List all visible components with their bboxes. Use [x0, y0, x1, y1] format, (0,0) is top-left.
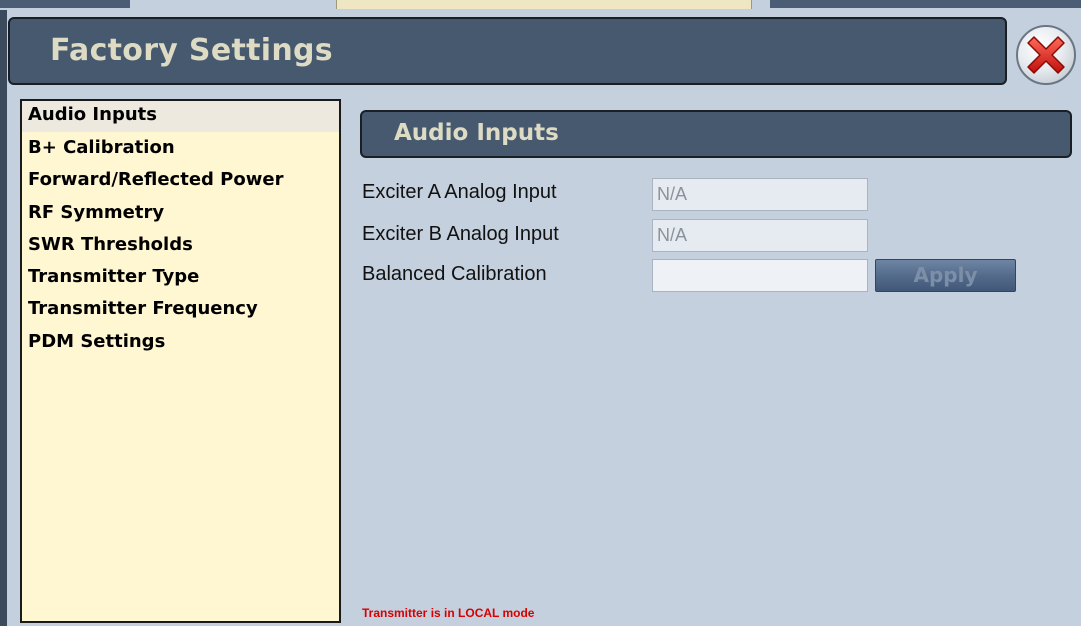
exciter-a-analog-input-label: Exciter A Analog Input [362, 181, 557, 203]
title-bar: Factory Settings [8, 17, 1007, 85]
section-header: Audio Inputs [360, 110, 1072, 158]
sidebar-item-pdm-settings[interactable]: PDM Settings [22, 326, 339, 358]
sidebar-item-audio-inputs[interactable]: Audio Inputs [22, 101, 339, 132]
sidebar-item-b-plus-calibration[interactable]: B+ Calibration [22, 132, 339, 164]
exciter-b-analog-input-field[interactable]: N/A [652, 219, 868, 252]
top-strip-segment [770, 0, 1081, 8]
sidebar: Audio Inputs B+ Calibration Forward/Refl… [20, 99, 341, 623]
close-button[interactable] [1016, 25, 1076, 85]
top-strip-segment [336, 0, 752, 9]
balanced-calibration-input[interactable] [652, 259, 868, 292]
section-title: Audio Inputs [394, 120, 559, 146]
sidebar-item-transmitter-frequency[interactable]: Transmitter Frequency [22, 293, 339, 325]
top-strip-segment [0, 0, 130, 8]
exciter-b-analog-input-label: Exciter B Analog Input [362, 223, 559, 245]
apply-button[interactable]: Apply [875, 259, 1016, 292]
sidebar-item-transmitter-type[interactable]: Transmitter Type [22, 261, 339, 293]
window-title: Factory Settings [50, 33, 333, 68]
balanced-calibration-label: Balanced Calibration [362, 263, 547, 285]
top-strip [0, 0, 1081, 10]
sidebar-item-rf-symmetry[interactable]: RF Symmetry [22, 197, 339, 229]
sidebar-item-swr-thresholds[interactable]: SWR Thresholds [22, 229, 339, 261]
left-rail [0, 10, 7, 626]
status-message: Transmitter is in LOCAL mode [362, 606, 535, 620]
sidebar-item-forward-reflected-power[interactable]: Forward/Reflected Power [22, 164, 339, 196]
close-icon [1027, 36, 1065, 74]
exciter-a-analog-input-field[interactable]: N/A [652, 178, 868, 211]
